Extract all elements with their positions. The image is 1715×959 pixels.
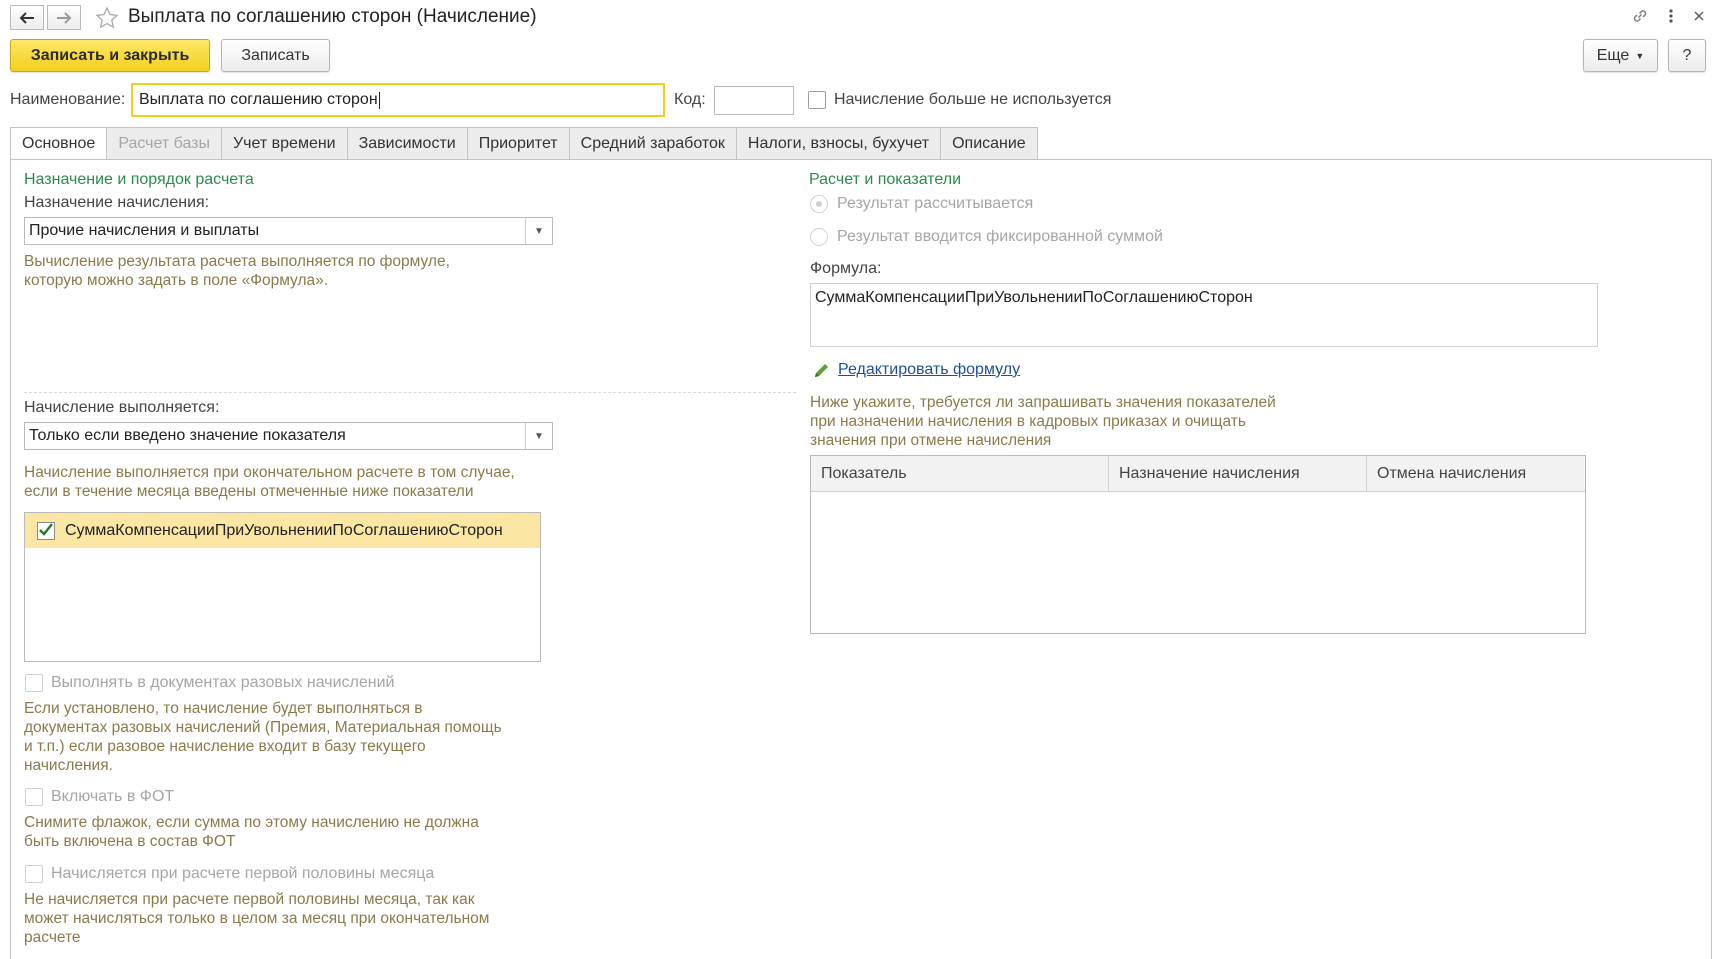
more-vertical-icon — [1669, 9, 1673, 23]
tab-time-accounting[interactable]: Учет времени — [222, 127, 348, 160]
fot-label: Включать в ФОТ — [51, 788, 175, 805]
first-half-hint-line: Не начисляется при расчете первой полови… — [24, 891, 475, 908]
more-actions-label: Еще — [1596, 46, 1630, 64]
arrow-right-icon — [57, 11, 72, 24]
indicators-hint: Ниже укажите, требуется ли запрашивать з… — [810, 393, 1276, 450]
code-input[interactable] — [714, 86, 794, 115]
more-menu-button[interactable] — [1664, 7, 1678, 25]
formula-field[interactable]: СуммаКомпенсацииПриУвольненииПоСоглашени… — [810, 283, 1598, 347]
tab-dependencies[interactable]: Зависимости — [347, 127, 468, 160]
formula-label: Формула: — [810, 260, 882, 277]
tab-average-earnings[interactable]: Средний заработок — [569, 127, 737, 160]
window-title: Выплата по соглашению сторон (Начисление… — [128, 6, 537, 27]
one-time-checkbox[interactable] — [25, 674, 43, 692]
more-actions-button[interactable]: Еще ▼ — [1583, 39, 1658, 72]
code-label: Код: — [674, 91, 706, 108]
purpose-value: Прочие начисления и выплаты — [29, 222, 260, 239]
executes-hint: Начисление выполняется при окончательном… — [24, 463, 515, 501]
save-button[interactable]: Записать — [221, 39, 330, 72]
radio-dot — [816, 201, 822, 207]
column-header-cancellation[interactable]: Отмена начисления — [1367, 456, 1585, 492]
close-icon — [1694, 11, 1704, 21]
executes-select[interactable]: Только если введено значение показателя … — [24, 422, 553, 450]
list-item[interactable]: СуммаКомпенсацииПриУвольненииПоСоглашени… — [25, 513, 540, 548]
back-button[interactable] — [10, 5, 44, 30]
name-value: Выплата по соглашению сторон — [139, 91, 378, 108]
tab-main[interactable]: Основное — [10, 127, 108, 160]
divider — [24, 392, 796, 393]
purpose-select[interactable]: Прочие начисления и выплаты ▼ — [24, 217, 553, 245]
one-time-hint-line: начисления. — [24, 757, 113, 774]
purpose-hint-line: которую можно задать в поле «Формула». — [24, 272, 329, 289]
tab-description[interactable]: Описание — [941, 127, 1038, 160]
purpose-hint-line: Вычисление результата расчета выполняетс… — [24, 253, 450, 270]
calc-section-title: Расчет и показатели — [809, 171, 962, 188]
edit-formula-link[interactable]: Редактировать формулу — [838, 361, 1020, 379]
one-time-label: Выполнять в документах разовых начислени… — [51, 674, 395, 691]
indicators-table: Показатель Назначение начисления Отмена … — [810, 455, 1586, 634]
dropdown-arrow-icon[interactable]: ▼ — [525, 218, 552, 244]
indicators-list: СуммаКомпенсацииПриУвольненииПоСоглашени… — [24, 512, 541, 662]
column-header-indicator[interactable]: Показатель — [811, 456, 1109, 492]
tab-taxes[interactable]: Налоги, взносы, бухучет — [736, 127, 942, 160]
tab-bar: Основное Расчет базы Учет времени Зависи… — [10, 127, 1038, 160]
fot-hint-line: Снимите флажок, если сумма по этому начи… — [24, 814, 479, 831]
first-half-label: Начисляется при расчете первой половины … — [51, 865, 435, 882]
help-button[interactable]: ? — [1668, 39, 1706, 72]
text-caret — [378, 91, 380, 109]
link-icon — [1633, 10, 1647, 22]
first-half-hint-line: расчете — [24, 929, 81, 946]
tab-base-calculation[interactable]: Расчет базы — [107, 127, 222, 160]
fot-checkbox[interactable] — [25, 788, 43, 806]
first-half-hint-line: может начисляться только в целом за меся… — [24, 910, 490, 927]
link-button[interactable] — [1631, 7, 1649, 30]
one-time-hint: Если установлено, то начисление будет вы… — [24, 699, 502, 775]
first-half-checkbox[interactable] — [25, 865, 43, 883]
arrow-left-icon — [19, 11, 34, 24]
fot-hint-line: быть включена в состав ФОТ — [24, 833, 236, 850]
column-header-assignment[interactable]: Назначение начисления — [1109, 456, 1367, 492]
radio-calculated[interactable] — [810, 195, 828, 213]
unused-label: Начисление больше не используется — [834, 91, 1112, 108]
executes-hint-line: Начисление выполняется при окончательном… — [24, 464, 515, 481]
purpose-section-title: Назначение и порядок расчета — [24, 171, 254, 188]
purpose-hint: Вычисление результата расчета выполняетс… — [24, 252, 450, 290]
checkmark-icon — [39, 522, 53, 536]
unused-checkbox[interactable] — [808, 91, 826, 109]
tab-priority[interactable]: Приоритет — [467, 127, 570, 160]
name-input[interactable]: Выплата по соглашению сторон — [131, 83, 665, 117]
pencil-icon — [812, 360, 832, 385]
star-icon — [95, 6, 119, 29]
dropdown-arrow-icon[interactable]: ▼ — [525, 423, 552, 449]
forward-button[interactable] — [47, 5, 81, 30]
chevron-down-icon: ▼ — [1635, 50, 1645, 61]
fot-hint: Снимите флажок, если сумма по этому начи… — [24, 813, 479, 851]
executes-hint-line: если в течение месяца введены отмеченные… — [24, 483, 474, 500]
executes-label: Начисление выполняется: — [24, 399, 220, 416]
purpose-label: Назначение начисления: — [24, 194, 210, 211]
save-and-close-button[interactable]: Записать и закрыть — [10, 39, 210, 72]
one-time-hint-line: документах разовых начислений (Премия, М… — [24, 719, 502, 736]
indicators-hint-line: Ниже укажите, требуется ли запрашивать з… — [810, 394, 1276, 411]
indicators-hint-line: значения при отмене начисления — [810, 432, 1052, 449]
indicator-checkbox[interactable] — [37, 521, 55, 540]
radio-fixed[interactable] — [810, 228, 828, 246]
one-time-hint-line: и т.п.) если разовое начисление входит в… — [24, 738, 426, 755]
name-label: Наименование: — [10, 91, 126, 108]
first-half-hint: Не начисляется при расчете первой полови… — [24, 890, 489, 947]
radio-fixed-label: Результат вводится фиксированной суммой — [837, 228, 1163, 245]
executes-value: Только если введено значение показателя — [29, 427, 346, 444]
one-time-hint-line: Если установлено, то начисление будет вы… — [24, 700, 423, 717]
radio-calculated-label: Результат рассчитывается — [837, 195, 1034, 212]
favorite-button[interactable] — [95, 6, 119, 35]
indicators-hint-line: при назначении начисления в кадровых при… — [810, 413, 1246, 430]
indicator-name: СуммаКомпенсацииПриУвольненииПоСоглашени… — [65, 521, 503, 539]
close-button[interactable] — [1691, 8, 1707, 24]
